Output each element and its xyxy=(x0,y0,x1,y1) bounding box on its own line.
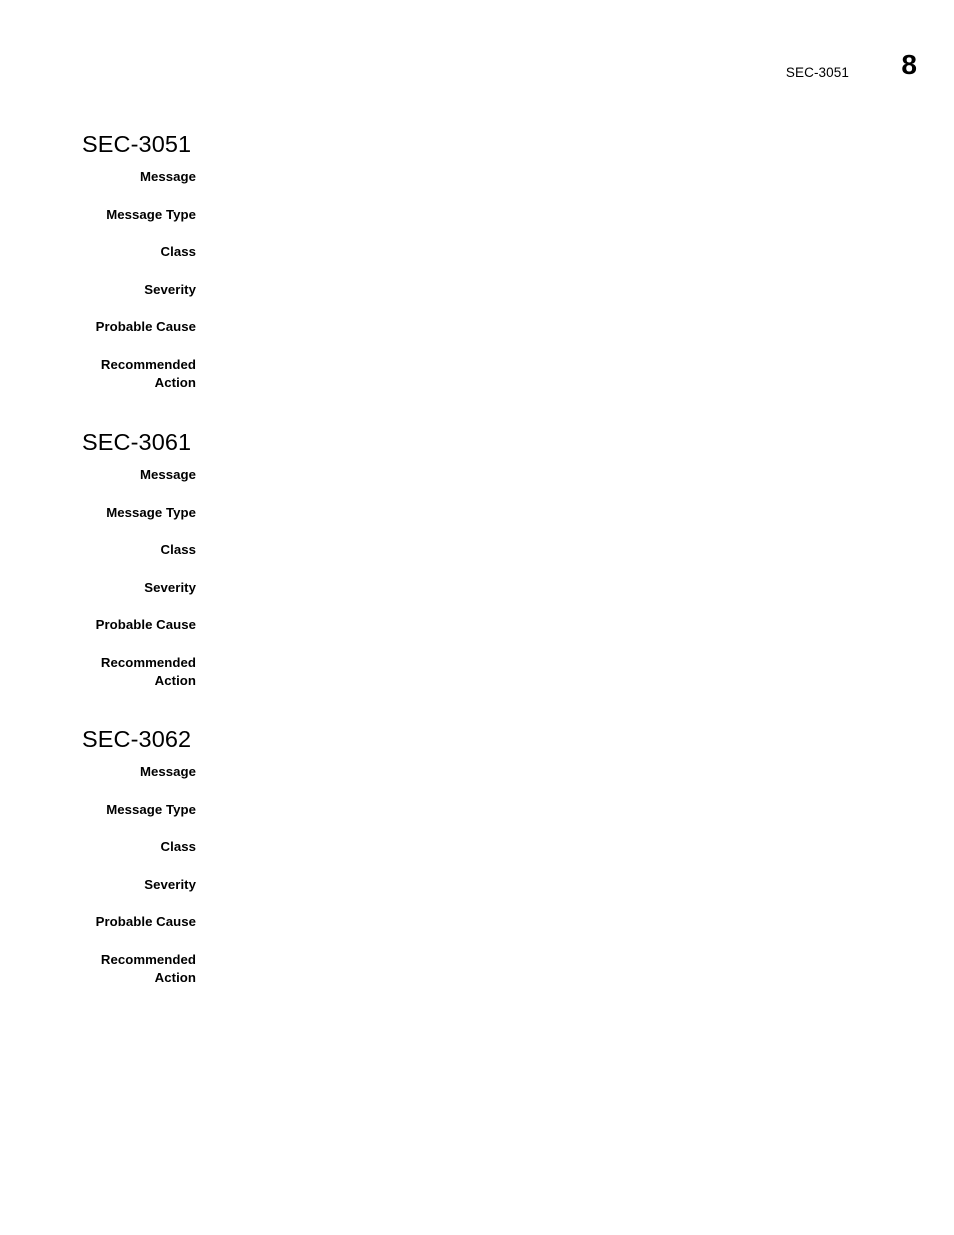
field-value xyxy=(214,763,914,764)
field-value xyxy=(214,466,914,467)
message-field-row: Class xyxy=(0,838,954,876)
field-value xyxy=(214,654,914,655)
field-value xyxy=(214,913,914,914)
field-value xyxy=(214,838,914,839)
section-heading: SEC-3061 xyxy=(82,429,192,455)
field-value xyxy=(214,579,914,580)
message-field-row: Message xyxy=(0,168,954,206)
field-label: Recommended Action xyxy=(100,356,196,390)
field-value xyxy=(214,281,914,282)
message-field-row: Recommended Action xyxy=(0,356,954,394)
message-field-row: Message Type xyxy=(0,504,954,542)
field-label: Severity xyxy=(144,579,196,595)
message-field-row: Severity xyxy=(0,876,954,914)
field-label: Recommended Action xyxy=(100,951,196,985)
field-value xyxy=(214,876,914,877)
message-field-row: Probable Cause xyxy=(0,913,954,951)
message-field-list: Message Message Type Class Severity Probable… xyxy=(0,466,954,691)
field-value xyxy=(214,356,914,357)
section-heading: SEC-3062 xyxy=(82,726,192,752)
field-label: Message Type xyxy=(106,504,196,520)
field-value xyxy=(214,206,914,207)
field-value xyxy=(214,243,914,244)
message-field-row: Message xyxy=(0,466,954,504)
field-label: Message xyxy=(139,169,196,184)
document-page: SEC-3051 8 SEC-3051 Message Message Type Cl… xyxy=(0,0,954,1235)
field-value xyxy=(214,541,914,542)
message-field-row: Probable Cause xyxy=(0,318,954,356)
field-value xyxy=(214,168,914,169)
section-heading: SEC-3051 xyxy=(82,131,192,157)
field-label: Message xyxy=(139,467,196,482)
field-value xyxy=(214,504,914,505)
message-field-row: Message Type xyxy=(0,206,954,244)
field-label: Message Type xyxy=(106,801,196,817)
field-value xyxy=(214,616,914,617)
message-field-list: Message Message Type Class Severity Probable… xyxy=(0,763,954,988)
field-label: Probable Cause xyxy=(95,319,196,334)
field-label: Recommended Action xyxy=(100,654,196,688)
message-field-row: Probable Cause xyxy=(0,616,954,654)
message-field-row: Severity xyxy=(0,579,954,617)
field-value xyxy=(214,318,914,319)
message-field-row: Class xyxy=(0,243,954,281)
message-field-list: Message Message Type Class Severity Probable… xyxy=(0,168,954,393)
field-label: Probable Cause xyxy=(95,617,196,632)
header-chapter-label: SEC-3051 xyxy=(785,65,849,80)
message-field-row: Severity xyxy=(0,281,954,319)
message-field-row: Message xyxy=(0,763,954,801)
field-label: Class xyxy=(160,244,196,259)
field-label: Class xyxy=(160,542,196,557)
field-value xyxy=(214,801,914,802)
message-field-row: Recommended Action xyxy=(0,654,954,692)
field-label: Severity xyxy=(144,281,196,297)
page-running-header: SEC-3051 8 xyxy=(0,51,954,100)
message-field-row: Message Type xyxy=(0,801,954,839)
field-label: Message Type xyxy=(106,206,196,222)
message-field-row: Class xyxy=(0,541,954,579)
field-label: Probable Cause xyxy=(95,914,196,929)
field-label: Message xyxy=(139,764,196,779)
message-field-row: Recommended Action xyxy=(0,951,954,989)
page-number: 8 xyxy=(901,49,917,80)
field-label: Severity xyxy=(144,876,196,892)
field-value xyxy=(214,951,914,952)
field-label: Class xyxy=(160,839,196,854)
